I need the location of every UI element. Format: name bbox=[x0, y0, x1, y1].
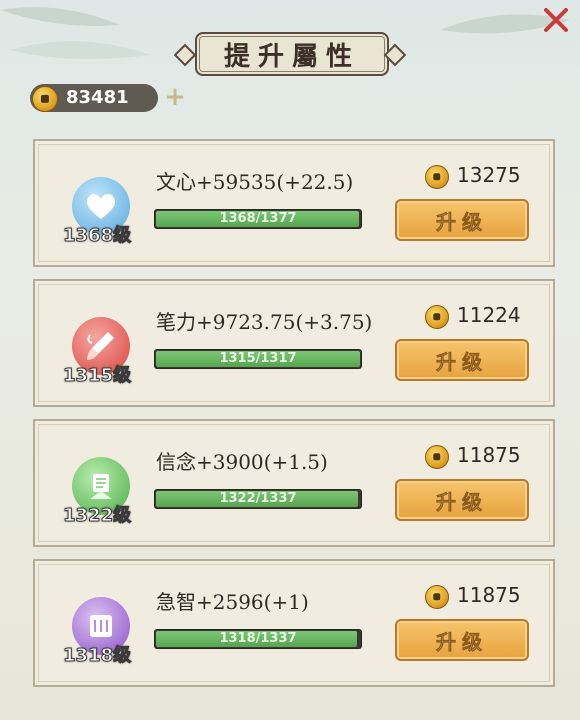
attribute-card: 1368级 文心+59535(+22.5) 1368/1377 13275 升级 bbox=[33, 139, 555, 267]
currency-amount: 83481 bbox=[66, 87, 129, 108]
progress-bar: 1368/1377 bbox=[154, 209, 362, 229]
currency-display: 83481 bbox=[30, 84, 158, 112]
plus-icon: + bbox=[164, 82, 186, 112]
attribute-list: 1368级 文心+59535(+22.5) 1368/1377 13275 升级… bbox=[8, 125, 572, 720]
attribute-value: 信念+3900(+1.5) bbox=[156, 450, 328, 474]
cost-amount: 11875 bbox=[457, 443, 521, 467]
heart-icon bbox=[87, 193, 115, 219]
attribute-level: 1315级 bbox=[62, 365, 132, 387]
progress-text: 1322/1337 bbox=[219, 491, 297, 506]
attribute-card: 1318级 急智+2596(+1) 1318/1337 11875 升级 bbox=[33, 559, 555, 687]
cost-amount: 11875 bbox=[457, 583, 521, 607]
progress-text: 1368/1377 bbox=[219, 211, 297, 226]
cost-amount: 11224 bbox=[457, 303, 521, 327]
upgrade-button[interactable]: 升级 bbox=[395, 339, 529, 381]
add-currency-button[interactable]: + bbox=[164, 84, 186, 110]
upgrade-button[interactable]: 升级 bbox=[395, 479, 529, 521]
upgrade-button[interactable]: 升级 bbox=[395, 619, 529, 661]
progress-bar: 1322/1337 bbox=[154, 489, 362, 509]
coin-icon bbox=[425, 165, 449, 189]
coin-icon bbox=[425, 445, 449, 469]
attribute-level: 1322级 bbox=[62, 505, 132, 527]
upgrade-button[interactable]: 升级 bbox=[395, 199, 529, 241]
coin-icon bbox=[32, 86, 58, 112]
scroll-icon bbox=[90, 615, 112, 637]
page-title: 提升屬性 bbox=[195, 32, 389, 76]
attribute-level: 1318级 bbox=[62, 645, 132, 667]
attribute-value: 文心+59535(+22.5) bbox=[156, 170, 354, 194]
attribute-card: 1322级 信念+3900(+1.5) 1322/1337 11875 升级 bbox=[33, 419, 555, 547]
attribute-level: 1368级 bbox=[62, 225, 132, 247]
progress-bar: 1318/1337 bbox=[154, 629, 362, 649]
brush-icon bbox=[87, 332, 114, 360]
coin-icon bbox=[425, 305, 449, 329]
scroll-stand-icon bbox=[90, 474, 112, 499]
progress-text: 1315/1317 bbox=[219, 351, 297, 366]
cost-amount: 13275 bbox=[457, 163, 521, 187]
bamboo-leaf-decoration bbox=[0, 7, 150, 59]
coin-icon bbox=[425, 585, 449, 609]
close-button[interactable] bbox=[542, 6, 570, 34]
attribute-card: 1315级 笔力+9723.75(+3.75) 1315/1317 11224 … bbox=[33, 279, 555, 407]
attribute-value: 笔力+9723.75(+3.75) bbox=[156, 310, 373, 334]
title-ornament-left bbox=[173, 43, 197, 67]
title-banner: 提升屬性 bbox=[173, 28, 407, 76]
progress-text: 1318/1337 bbox=[219, 631, 297, 646]
progress-bar: 1315/1317 bbox=[154, 349, 362, 369]
attribute-value: 急智+2596(+1) bbox=[156, 590, 309, 614]
close-icon bbox=[544, 8, 568, 32]
